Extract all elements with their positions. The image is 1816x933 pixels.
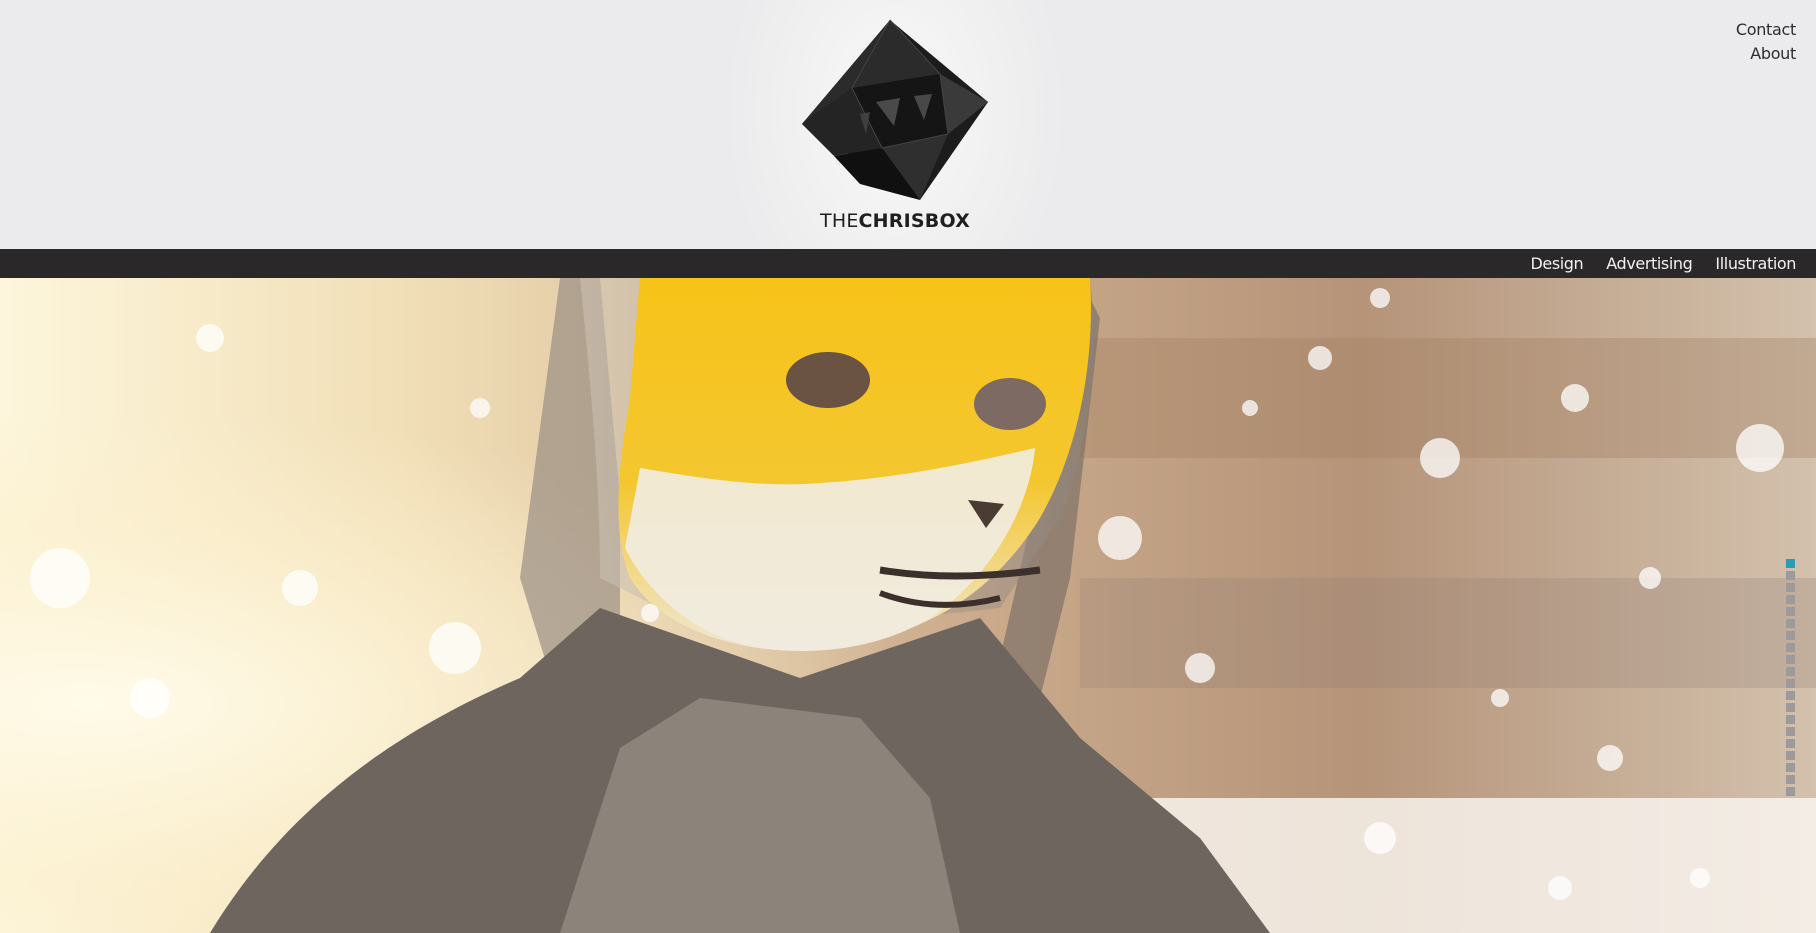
pager-dot[interactable] [1786, 751, 1795, 760]
hero-slideshow-image[interactable] [0, 278, 1816, 933]
pager-dot[interactable] [1786, 667, 1795, 676]
nav-item-advertising[interactable]: Advertising [1606, 254, 1693, 273]
pager-dot[interactable] [1786, 679, 1795, 688]
nav-item-design[interactable]: Design [1530, 254, 1583, 273]
pager-dot[interactable] [1786, 583, 1795, 592]
pager-dot[interactable] [1786, 631, 1795, 640]
main-nav: Design Advertising Illustration [0, 249, 1816, 278]
nav-menu: Design Advertising Illustration [1530, 249, 1796, 278]
pager-dot[interactable] [1786, 607, 1795, 616]
utility-links: Contact About [1736, 18, 1796, 66]
pager-dot[interactable] [1786, 571, 1795, 580]
logo-link[interactable]: THECHRISBOX [790, 14, 1000, 234]
fox-mask-photo [0, 278, 1816, 933]
pager-dot[interactable] [1786, 703, 1795, 712]
pager-dot[interactable] [1786, 763, 1795, 772]
pager-dot[interactable] [1786, 559, 1795, 568]
pager-dot[interactable] [1786, 655, 1795, 664]
pager-dot[interactable] [1786, 727, 1795, 736]
nav-item-illustration[interactable]: Illustration [1715, 254, 1796, 273]
pager-dot[interactable] [1786, 595, 1795, 604]
pager-dot[interactable] [1786, 619, 1795, 628]
pager-dot[interactable] [1786, 715, 1795, 724]
brand-prefix: THE [820, 210, 859, 232]
pager-dot[interactable] [1786, 775, 1795, 784]
site-header: THECHRISBOX Contact About [0, 0, 1816, 249]
faceted-cube-logo-icon [802, 19, 988, 200]
contact-link[interactable]: Contact [1736, 18, 1796, 42]
brand-wordmark: THECHRISBOX [790, 210, 1000, 232]
pager-dot[interactable] [1786, 643, 1795, 652]
pager-dot[interactable] [1786, 691, 1795, 700]
brand-name: CHRISBOX [858, 210, 970, 232]
slideshow-pager [1786, 559, 1795, 855]
pager-dot[interactable] [1786, 739, 1795, 748]
pager-dot[interactable] [1786, 787, 1795, 796]
about-link[interactable]: About [1736, 42, 1796, 66]
